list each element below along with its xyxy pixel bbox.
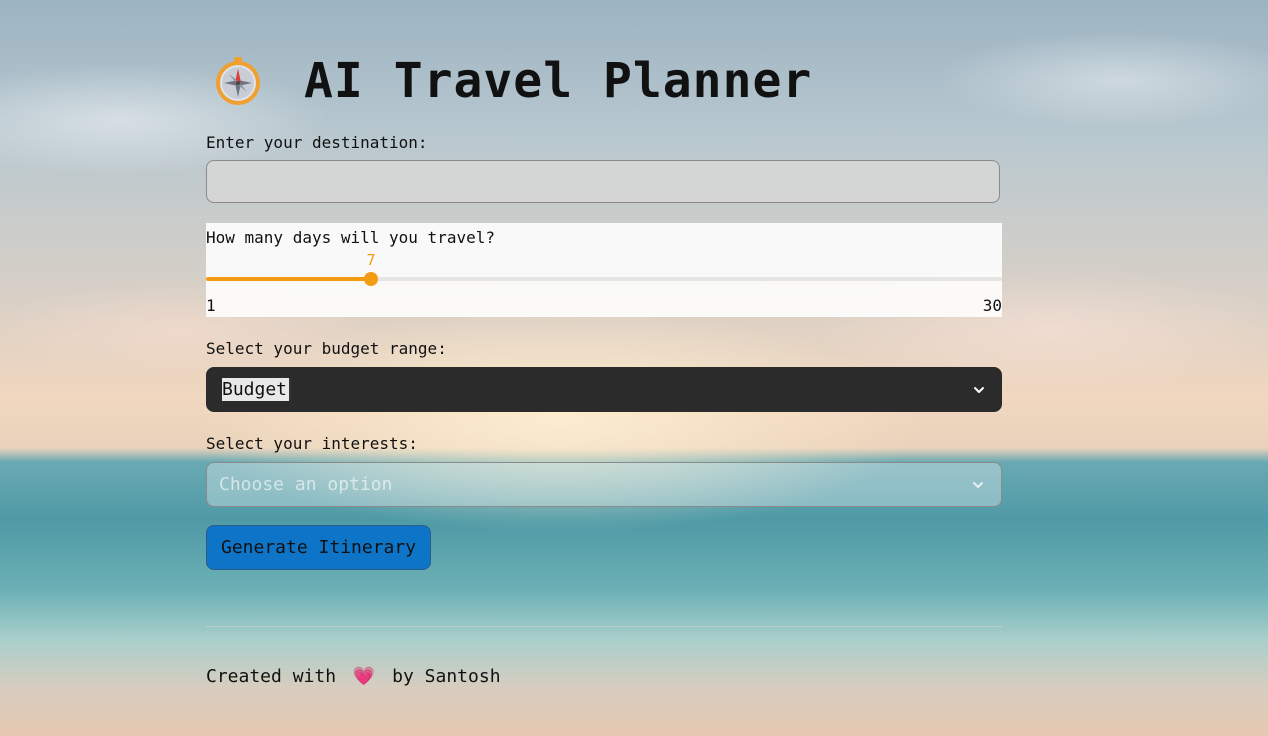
generate-itinerary-button[interactable]: Generate Itinerary bbox=[206, 525, 432, 570]
interests-multiselect[interactable]: Choose an option bbox=[206, 462, 1002, 507]
days-slider-max: 30 bbox=[982, 296, 1002, 315]
footer: Created with 💗 by Santosh bbox=[206, 666, 501, 687]
days-label: How many days will you travel? bbox=[206, 228, 495, 247]
page-title: AI Travel Planner bbox=[304, 53, 813, 109]
days-slider-panel: How many days will you travel? 7 1 30 bbox=[206, 223, 1002, 317]
days-slider-min: 1 bbox=[206, 296, 216, 315]
compass-icon bbox=[212, 55, 264, 107]
interests-label: Select your interests: bbox=[206, 434, 418, 453]
destination-input[interactable] bbox=[206, 160, 1000, 203]
interests-placeholder: Choose an option bbox=[219, 474, 393, 495]
budget-selected-value: Budget bbox=[222, 378, 292, 401]
days-slider-fill bbox=[206, 277, 371, 281]
divider bbox=[206, 626, 1002, 627]
chevron-down-icon bbox=[971, 477, 985, 491]
page-header: AI Travel Planner bbox=[212, 52, 812, 110]
days-slider[interactable] bbox=[206, 272, 1002, 286]
heart-icon: 💗 bbox=[352, 666, 376, 687]
budget-select[interactable]: Budget bbox=[206, 367, 1002, 412]
chevron-down-icon bbox=[972, 382, 986, 396]
days-slider-thumb[interactable] bbox=[364, 272, 378, 286]
destination-label: Enter your destination: bbox=[206, 133, 428, 152]
background-waves bbox=[0, 600, 1268, 736]
footer-author: by Santosh bbox=[392, 666, 501, 687]
days-slider-value: 7 bbox=[366, 251, 376, 269]
budget-label: Select your budget range: bbox=[206, 339, 447, 358]
footer-prefix: Created with bbox=[206, 666, 337, 687]
